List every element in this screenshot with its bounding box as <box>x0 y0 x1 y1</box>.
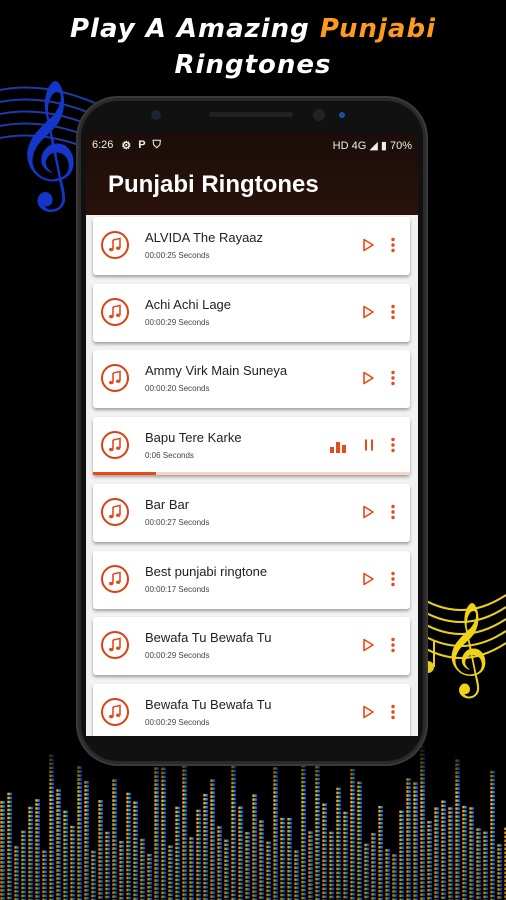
shield-icon: ⛉ <box>152 138 161 151</box>
play-icon[interactable] <box>361 505 375 524</box>
more-options-icon[interactable] <box>390 304 396 325</box>
equalizer-bars-decoration <box>0 740 506 900</box>
ringtone-duration: 00:00:17 Seconds <box>145 584 210 594</box>
music-note-icon <box>101 231 129 259</box>
ringtone-duration: 00:00:29 Seconds <box>145 651 210 661</box>
music-note-icon <box>101 431 129 460</box>
sensor-icon <box>151 110 161 120</box>
more-options-icon[interactable] <box>390 437 396 458</box>
play-icon[interactable] <box>361 305 375 324</box>
app-header: 6:26 ⚙ P ⛉ HD 4G ◢ ▮ 70% Punjabi Rington… <box>86 133 418 215</box>
ringtone-title: Ammy Virk Main Suneya <box>145 363 288 379</box>
more-options-icon[interactable] <box>390 704 396 725</box>
earpiece <box>209 112 293 117</box>
p-icon: P <box>138 139 146 151</box>
more-options-icon[interactable] <box>390 571 396 592</box>
ringtone-item[interactable]: Bewafa Tu Bewafa Tu 00:00:29 Seconds <box>93 617 410 676</box>
svg-text:𝄞: 𝄞 <box>14 78 79 212</box>
music-note-icon <box>101 297 129 326</box>
headline-highlight: Punjabi <box>319 14 436 44</box>
ringtone-duration: 00:00:29 Seconds <box>145 717 210 727</box>
ringtone-item[interactable]: Bar Bar 00:00:27 Seconds <box>93 483 410 542</box>
ringtone-duration: 00:00:20 Seconds <box>145 384 210 394</box>
ringtone-title: Bewafa Tu Bewafa Tu <box>145 630 272 646</box>
phone-frame: 6:26 ⚙ P ⛉ HD 4G ◢ ▮ 70% Punjabi Rington… <box>78 98 426 764</box>
playback-progress-fill <box>93 472 157 476</box>
ringtone-duration: 0:06 Seconds <box>145 451 194 461</box>
svg-text:𝄞: 𝄞 <box>442 601 489 698</box>
ringtone-item[interactable]: Bapu Tere Karke 0:06 Seconds <box>93 417 410 476</box>
more-options-icon[interactable] <box>390 504 396 525</box>
ringtone-duration: 00:00:29 Seconds <box>145 317 210 327</box>
music-note-icon <box>101 631 129 660</box>
music-note-icon <box>101 364 129 393</box>
ringtone-title: Best punjabi ringtone <box>145 563 268 579</box>
pause-icon[interactable] <box>362 438 376 457</box>
ringtone-item[interactable]: Best punjabi ringtone 00:00:17 Seconds <box>93 550 410 609</box>
front-camera-icon <box>313 109 325 121</box>
ringtone-title: Bapu Tere Karke <box>145 430 242 446</box>
app-screen: 6:26 ⚙ P ⛉ HD 4G ◢ ▮ 70% Punjabi Rington… <box>86 133 418 736</box>
gear-icon: ⚙ <box>121 139 132 152</box>
play-icon[interactable] <box>361 238 375 257</box>
music-note-icon <box>101 497 129 526</box>
music-note-icon <box>101 564 129 593</box>
more-options-icon[interactable] <box>390 637 396 658</box>
ringtone-item[interactable]: Achi Achi Lage 00:00:29 Seconds <box>93 283 410 342</box>
led-icon <box>339 112 345 118</box>
play-icon[interactable] <box>361 705 375 724</box>
more-options-icon[interactable] <box>390 370 396 391</box>
page-title: Punjabi Ringtones <box>108 171 319 198</box>
play-icon[interactable] <box>361 572 375 591</box>
music-note-icon <box>101 697 129 726</box>
status-bar: 6:26 ⚙ P ⛉ HD 4G ◢ ▮ 70% <box>92 136 412 154</box>
ringtone-duration: 00:00:27 Seconds <box>145 517 210 527</box>
ringtone-item[interactable]: Bewafa Tu Bewafa Tu 00:00:29 Seconds <box>93 683 410 736</box>
play-icon[interactable] <box>361 371 375 390</box>
status-time: 6:26 <box>92 139 114 151</box>
ringtone-title: ALVIDA The Rayaaz <box>145 230 264 245</box>
phone-top-bezel <box>81 101 423 129</box>
playback-progress-bar[interactable] <box>93 472 410 476</box>
status-right: HD 4G ◢ ▮ 70% <box>332 139 412 152</box>
equalizer-icon <box>330 439 348 458</box>
ringtone-duration: 00:00:25 Seconds <box>145 251 210 260</box>
yellow-music-notes-decoration: 𝄞 <box>416 594 506 698</box>
play-icon[interactable] <box>361 638 375 657</box>
ringtone-item[interactable]: ALVIDA The Rayaaz 00:00:25 Seconds <box>93 217 410 275</box>
ringtone-item[interactable]: Ammy Virk Main Suneya 00:00:20 Seconds <box>93 350 410 409</box>
ringtone-title: Bewafa Tu Bewafa Tu <box>145 696 272 712</box>
ringtone-title: Achi Achi Lage <box>145 296 232 312</box>
ringtone-title: Bar Bar <box>145 496 190 512</box>
more-options-icon[interactable] <box>390 237 396 258</box>
